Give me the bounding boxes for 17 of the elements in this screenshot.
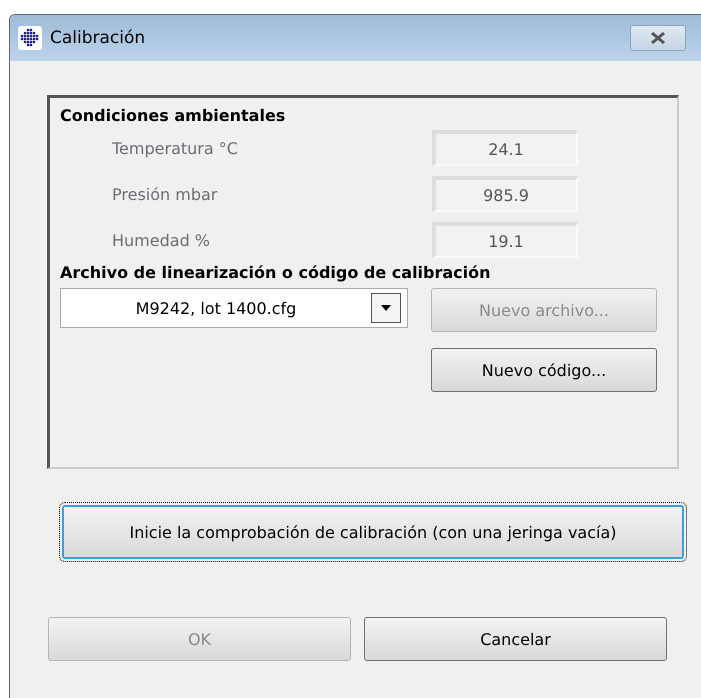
field-label: Temperatura °C: [111, 138, 239, 158]
section-heading: Archivo de linearización o código de calibración: [60, 263, 492, 282]
field-label: Humedad %: [111, 230, 212, 250]
close-icon: [648, 31, 668, 45]
section-heading: Condiciones ambientales: [60, 106, 286, 125]
app-icon: [18, 26, 42, 50]
caret-icon: [381, 305, 391, 311]
dialog-button[interactable]: Nuevo código...: [431, 348, 657, 392]
close-button[interactable]: [630, 25, 686, 51]
readout-field: 19.1: [432, 222, 578, 258]
window-title: Calibración: [50, 28, 146, 48]
file-dropdown[interactable]: M9242, lot 1400.cfg: [60, 288, 408, 328]
readout-field: 24.1: [432, 130, 578, 166]
dialog-button[interactable]: Cancelar: [364, 617, 667, 661]
readout-field: 985.9: [432, 176, 578, 212]
start-check-button[interactable]: Inicie la comprobación de calibración (con una jeringa vacía): [62, 505, 684, 559]
field-label: Presión mbar: [111, 184, 218, 204]
